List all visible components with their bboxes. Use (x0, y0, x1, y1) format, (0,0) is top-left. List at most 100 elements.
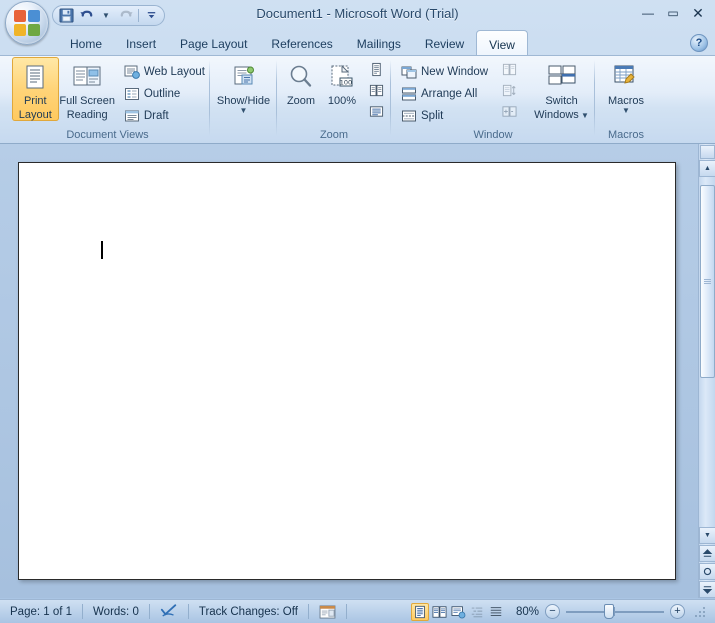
vertical-scrollbar[interactable]: ▲ ▼ (698, 144, 715, 598)
text-cursor (101, 241, 103, 259)
draft-button[interactable]: Draft (120, 105, 209, 126)
split-button[interactable]: Split (397, 105, 492, 126)
arrange-all-icon (401, 86, 417, 102)
svg-text:100: 100 (340, 79, 352, 87)
view-side-by-side-icon[interactable] (498, 59, 520, 79)
redo-icon[interactable] (116, 7, 136, 24)
zoom-slider-track (566, 611, 664, 613)
tab-insert[interactable]: Insert (114, 30, 168, 56)
view-shortcut-buttons (411, 603, 509, 621)
outline-view-button[interactable] (468, 603, 486, 621)
switch-windows-button[interactable]: Switch Windows ▼ (530, 57, 593, 121)
tab-home[interactable]: Home (58, 30, 114, 56)
print-layout-label-line1: Print (24, 95, 47, 107)
qat-separator (138, 9, 139, 22)
web-layout-label: Web Layout (144, 66, 205, 78)
new-window-icon (401, 64, 417, 80)
word-count-status[interactable]: Words: 0 (83, 600, 149, 623)
group-label-window: Window (393, 129, 593, 141)
print-layout-button[interactable]: Print Layout (12, 57, 59, 121)
print-layout-icon (19, 61, 51, 93)
tab-view[interactable]: View (476, 30, 528, 56)
language-icon[interactable] (309, 600, 346, 623)
help-icon[interactable]: ? (690, 34, 708, 52)
ribbon-group-window: New Window Arrange All (393, 57, 593, 143)
spelling-grammar-icon[interactable] (150, 600, 188, 623)
web-layout-view-button[interactable] (449, 603, 467, 621)
zoom-small-icons (365, 57, 387, 121)
zoom-100-icon: 100 (326, 61, 358, 93)
document-page[interactable] (18, 162, 676, 580)
outline-icon (124, 86, 140, 102)
previous-page-button[interactable] (699, 545, 715, 562)
next-page-button[interactable] (699, 581, 715, 598)
tab-mailings[interactable]: Mailings (345, 30, 413, 56)
outline-button[interactable]: Outline (120, 83, 209, 104)
new-window-button[interactable]: New Window (397, 61, 492, 82)
zoom-level-label[interactable]: 80% (509, 606, 539, 618)
arrange-all-label: Arrange All (421, 88, 477, 100)
print-layout-view-button[interactable] (411, 603, 429, 621)
two-pages-icon[interactable] (365, 80, 387, 100)
ribbon-tabs: Home Insert Page Layout References Maili… (58, 30, 528, 56)
resize-grip-icon[interactable] (693, 605, 707, 619)
group-separator-1 (209, 60, 210, 136)
scroll-down-button[interactable]: ▼ (699, 527, 715, 544)
web-layout-button[interactable]: Web Layout (120, 61, 209, 82)
full-screen-reading-button[interactable]: Full Screen Reading (59, 57, 116, 121)
macros-dropdown-icon[interactable]: ▼ (622, 107, 630, 114)
ribbon-group-document-views: Print Layout (6, 57, 209, 143)
page-width-icon[interactable] (365, 101, 387, 121)
save-icon[interactable] (56, 7, 76, 24)
one-page-icon[interactable] (365, 59, 387, 79)
ribbon-tab-strip: Home Insert Page Layout References Maili… (0, 30, 715, 56)
full-screen-reading-view-button[interactable] (430, 603, 448, 621)
select-browse-object-button[interactable] (699, 563, 715, 580)
zoom-out-button[interactable]: − (545, 604, 560, 619)
web-layout-icon (124, 64, 140, 80)
group-label-zoom: Zoom (279, 129, 389, 141)
show-hide-dropdown-icon[interactable]: ▼ (240, 107, 248, 114)
zoom-100-button[interactable]: 100 100% (321, 57, 363, 107)
synchronous-scrolling-icon[interactable] (498, 80, 520, 100)
zoom-slider-thumb[interactable] (604, 604, 614, 619)
window-controls: — ▭ ✕ (637, 4, 709, 22)
undo-icon[interactable] (76, 7, 96, 24)
minimize-button[interactable]: — (637, 4, 659, 22)
status-separator-5 (346, 604, 347, 619)
tab-references[interactable]: References (259, 30, 344, 56)
split-handle[interactable] (700, 145, 715, 159)
ribbon: Print Layout (0, 55, 715, 144)
ribbon-group-macros: Macros ▼ Macros (597, 57, 655, 143)
draft-view-button[interactable] (487, 603, 505, 621)
document-canvas[interactable] (0, 144, 715, 598)
outline-label: Outline (144, 88, 180, 100)
maximize-button[interactable]: ▭ (662, 4, 684, 22)
tab-page-layout[interactable]: Page Layout (168, 30, 259, 56)
track-changes-status[interactable]: Track Changes: Off (189, 600, 308, 623)
scroll-up-button[interactable]: ▲ (699, 160, 715, 177)
ribbon-group-zoom: Zoom 100 100% (279, 57, 389, 143)
zoom-in-button[interactable]: + (670, 604, 685, 619)
page-number-status[interactable]: Page: 1 of 1 (0, 600, 82, 623)
reset-window-position-icon[interactable] (498, 101, 520, 121)
customize-icon[interactable] (141, 7, 161, 24)
undo-dropdown-icon[interactable]: ▼ (96, 7, 116, 24)
scroll-thumb[interactable] (700, 185, 715, 378)
switch-windows-dropdown-icon[interactable]: ▼ (579, 111, 589, 120)
print-layout-label-line2: Layout (19, 109, 52, 121)
tab-review[interactable]: Review (413, 30, 476, 56)
show-hide-icon (228, 61, 260, 93)
arrange-all-button[interactable]: Arrange All (397, 83, 492, 104)
close-button[interactable]: ✕ (687, 4, 709, 22)
zoom-button[interactable]: Zoom (281, 57, 321, 107)
zoom-slider[interactable] (566, 604, 664, 619)
word-application-window: Document1 - Microsoft Word (Trial) — ▭ ✕ (0, 0, 715, 623)
zoom-100-label: 100% (328, 95, 356, 107)
show-hide-button[interactable]: Show/Hide ▼ (213, 57, 275, 114)
zoom-magnifier-icon (285, 61, 317, 93)
switch-windows-icon (546, 61, 578, 93)
group-label-macros: Macros (597, 129, 655, 141)
macros-button[interactable]: Macros ▼ (599, 57, 653, 114)
group-separator-2 (276, 60, 277, 136)
